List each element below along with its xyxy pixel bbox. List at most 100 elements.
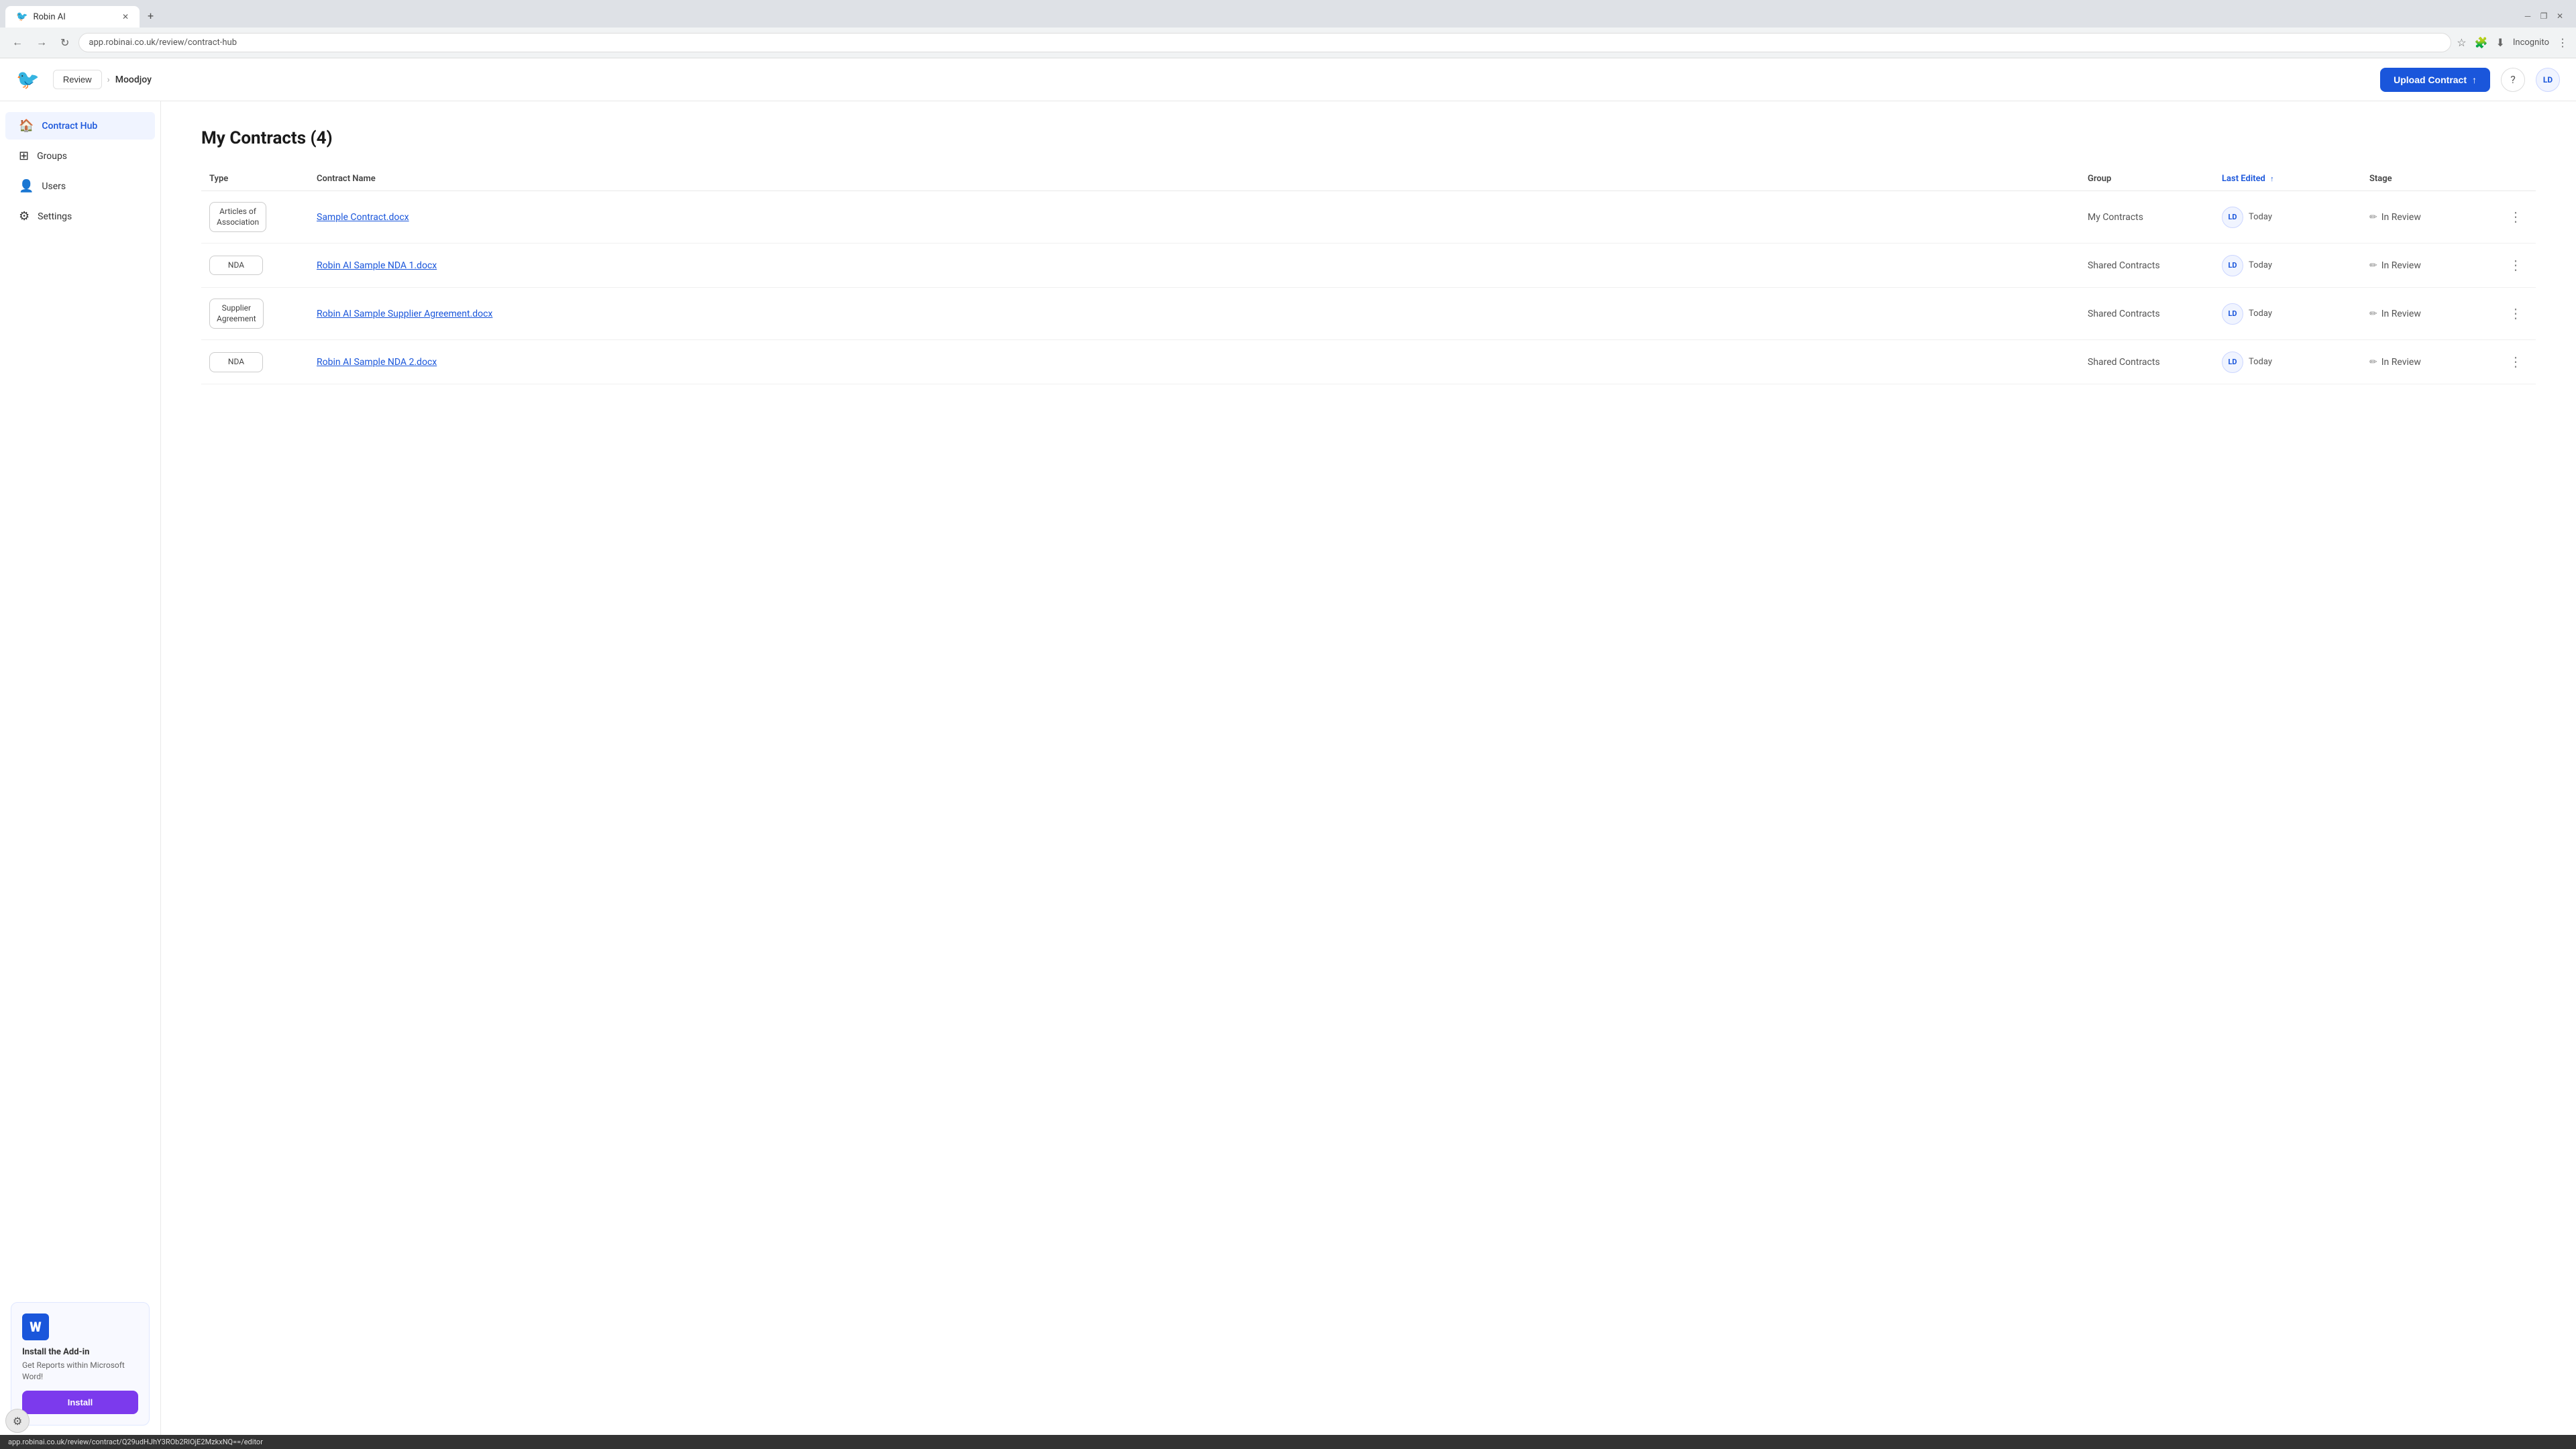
group-text-2: Shared Contracts bbox=[2088, 309, 2160, 319]
contracts-table: Type Contract Name Group Last Edited ↑ bbox=[201, 167, 2536, 384]
cell-stage-1: ✏ In Review bbox=[2361, 244, 2496, 288]
contract-link-2[interactable]: Robin AI Sample Supplier Agreement.docx bbox=[317, 309, 492, 319]
contract-link-0[interactable]: Sample Contract.docx bbox=[317, 212, 409, 223]
close-button[interactable]: ✕ bbox=[2555, 11, 2565, 21]
review-button[interactable]: Review bbox=[53, 70, 102, 89]
settings-icon: ⚙ bbox=[19, 209, 30, 223]
cell-name-3: Robin AI Sample NDA 2.docx bbox=[309, 340, 2080, 384]
cell-stage-2: ✏ In Review bbox=[2361, 288, 2496, 340]
sidebar: 🏠 Contract Hub ⊞ Groups 👤 Users ⚙ Settin… bbox=[0, 101, 161, 1447]
stage-label-2: In Review bbox=[2381, 309, 2421, 319]
cell-edited-1: LD Today bbox=[2214, 244, 2361, 288]
sidebar-item-settings[interactable]: ⚙ Settings bbox=[5, 203, 155, 230]
sort-arrow-icon: ↑ bbox=[2270, 174, 2274, 183]
status-url: app.robinai.co.uk/review/contract/Q29udH… bbox=[8, 1438, 263, 1446]
stage-label-3: In Review bbox=[2381, 357, 2421, 368]
edited-time-1: Today bbox=[2249, 260, 2272, 270]
cell-more-1: ⋮ bbox=[2496, 244, 2536, 288]
browser-chrome: 🐦 Robin AI ✕ + ─ ❐ ✕ ← → ↻ app.robinai.c… bbox=[0, 0, 2576, 58]
contract-link-1[interactable]: Robin AI Sample NDA 1.docx bbox=[317, 260, 437, 271]
tab-title: Robin AI bbox=[33, 12, 65, 22]
cell-type-1: NDA bbox=[201, 244, 309, 288]
upload-contract-button[interactable]: Upload Contract ↑ bbox=[2380, 68, 2490, 92]
active-tab[interactable]: 🐦 Robin AI ✕ bbox=[5, 6, 140, 28]
back-button[interactable]: ← bbox=[8, 34, 27, 52]
edit-icon-0: ✏ bbox=[2369, 212, 2377, 223]
editor-info-3: LD Today bbox=[2222, 352, 2353, 373]
new-tab-button[interactable]: + bbox=[142, 4, 159, 28]
cell-more-0: ⋮ bbox=[2496, 191, 2536, 244]
cell-group-2: Shared Contracts bbox=[2080, 288, 2214, 340]
cell-edited-2: LD Today bbox=[2214, 288, 2361, 340]
addon-title: Install the Add-in bbox=[22, 1347, 138, 1357]
extensions-icon[interactable]: 🧩 bbox=[2475, 36, 2488, 49]
more-button-0[interactable]: ⋮ bbox=[2504, 206, 2528, 228]
sidebar-item-contract-hub[interactable]: 🏠 Contract Hub bbox=[5, 112, 155, 140]
tab-close-button[interactable]: ✕ bbox=[122, 12, 129, 21]
reload-button[interactable]: ↻ bbox=[56, 34, 73, 52]
edit-icon-2: ✏ bbox=[2369, 309, 2377, 319]
toolbar-actions: ☆ 🧩 ⬇ Incognito ⋮ bbox=[2457, 36, 2568, 49]
cell-name-2: Robin AI Sample Supplier Agreement.docx bbox=[309, 288, 2080, 340]
cell-stage-3: ✏ In Review bbox=[2361, 340, 2496, 384]
cell-type-0: Articles ofAssociation bbox=[201, 191, 309, 244]
more-button-1[interactable]: ⋮ bbox=[2504, 254, 2528, 276]
help-icon: ? bbox=[2510, 73, 2516, 86]
more-button-3[interactable]: ⋮ bbox=[2504, 351, 2528, 373]
upload-label: Upload Contract bbox=[2394, 74, 2467, 85]
help-button[interactable]: ? bbox=[2501, 68, 2525, 92]
sidebar-item-groups[interactable]: ⊞ Groups bbox=[5, 142, 155, 170]
stage-label-1: In Review bbox=[2381, 260, 2421, 271]
cell-name-1: Robin AI Sample NDA 1.docx bbox=[309, 244, 2080, 288]
editor-info-2: LD Today bbox=[2222, 303, 2353, 325]
edit-icon-3: ✏ bbox=[2369, 357, 2377, 368]
sidebar-label-settings: Settings bbox=[38, 211, 72, 222]
editor-avatar-0: LD bbox=[2222, 207, 2243, 228]
table-row: SupplierAgreement Robin AI Sample Suppli… bbox=[201, 288, 2536, 340]
type-badge-1: NDA bbox=[209, 256, 263, 276]
contract-link-3[interactable]: Robin AI Sample NDA 2.docx bbox=[317, 357, 437, 368]
addon-card: W Install the Add-in Get Reports within … bbox=[11, 1302, 150, 1426]
bookmark-icon[interactable]: ☆ bbox=[2457, 36, 2466, 49]
edited-time-0: Today bbox=[2249, 212, 2272, 222]
sidebar-item-users[interactable]: 👤 Users bbox=[5, 172, 155, 200]
contracts-tbody: Articles ofAssociation Sample Contract.d… bbox=[201, 191, 2536, 384]
stage-label-0: In Review bbox=[2381, 212, 2421, 223]
cell-more-2: ⋮ bbox=[2496, 288, 2536, 340]
editor-info-0: LD Today bbox=[2222, 207, 2353, 228]
stage-info-3: ✏ In Review bbox=[2369, 357, 2487, 368]
page-title: My Contracts (4) bbox=[201, 128, 2536, 148]
addon-description: Get Reports within Microsoft Word! bbox=[22, 1360, 138, 1383]
col-type: Type bbox=[201, 167, 309, 191]
home-icon: 🏠 bbox=[19, 119, 34, 133]
address-bar[interactable]: app.robinai.co.uk/review/contract-hub bbox=[78, 33, 2451, 52]
editor-info-1: LD Today bbox=[2222, 255, 2353, 276]
main-content: My Contracts (4) Type Contract Name Grou… bbox=[161, 101, 2576, 1447]
sidebar-label-contract-hub: Contract Hub bbox=[42, 121, 97, 131]
download-icon[interactable]: ⬇ bbox=[2496, 36, 2504, 49]
restore-button[interactable]: ❐ bbox=[2538, 11, 2549, 21]
users-icon: 👤 bbox=[19, 179, 34, 193]
logo-icon: 🐦 bbox=[16, 68, 40, 91]
cell-edited-3: LD Today bbox=[2214, 340, 2361, 384]
user-avatar[interactable]: LD bbox=[2536, 68, 2560, 92]
stage-info-1: ✏ In Review bbox=[2369, 260, 2487, 271]
col-last-edited[interactable]: Last Edited ↑ bbox=[2214, 167, 2361, 191]
minimize-button[interactable]: ─ bbox=[2522, 11, 2533, 21]
browser-tabs: 🐦 Robin AI ✕ + bbox=[5, 4, 2517, 28]
sidebar-label-users: Users bbox=[42, 181, 66, 192]
addon-install-button[interactable]: Install bbox=[22, 1391, 138, 1414]
corner-widget[interactable]: ⚙ bbox=[5, 1409, 30, 1433]
header-right: Upload Contract ↑ ? LD bbox=[2380, 68, 2560, 92]
table-row: NDA Robin AI Sample NDA 2.docx Shared Co… bbox=[201, 340, 2536, 384]
editor-avatar-3: LD bbox=[2222, 352, 2243, 373]
col-stage: Stage bbox=[2361, 167, 2496, 191]
group-text-1: Shared Contracts bbox=[2088, 260, 2160, 271]
forward-button[interactable]: → bbox=[32, 34, 51, 52]
more-icon[interactable]: ⋮ bbox=[2557, 36, 2568, 49]
tab-favicon: 🐦 bbox=[16, 11, 28, 22]
more-button-2[interactable]: ⋮ bbox=[2504, 303, 2528, 325]
app-logo: 🐦 bbox=[16, 68, 40, 91]
breadcrumb-separator: › bbox=[107, 74, 110, 85]
main-layout: 🏠 Contract Hub ⊞ Groups 👤 Users ⚙ Settin… bbox=[0, 101, 2576, 1447]
